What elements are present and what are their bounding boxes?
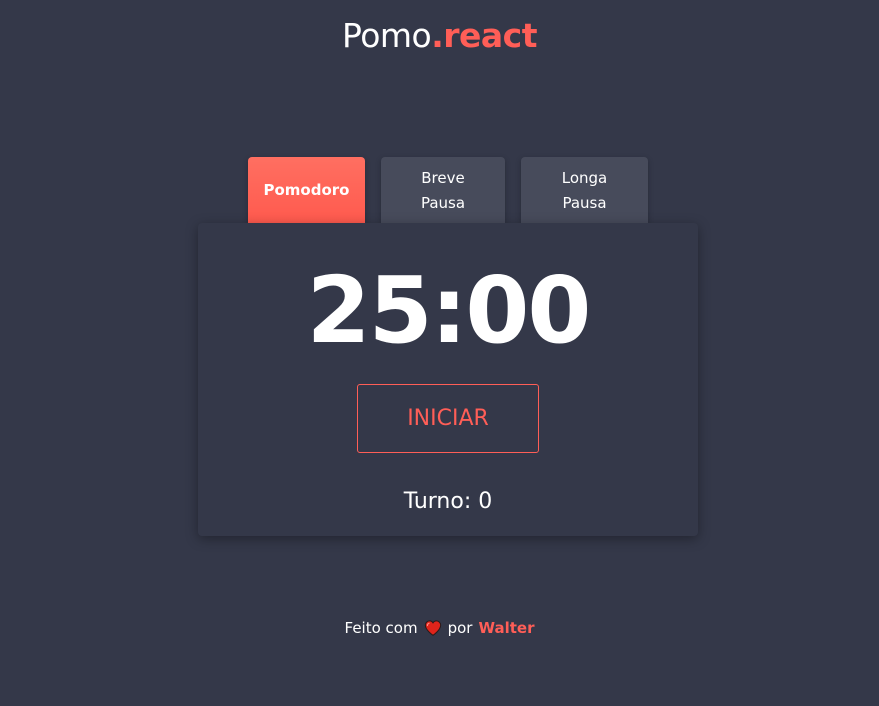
tab-long-break-label-line1: Longa: [561, 168, 608, 187]
author-link[interactable]: Walter: [478, 616, 534, 640]
tab-pomodoro[interactable]: Pomodoro: [248, 157, 365, 223]
app-title-prefix: Pomo: [341, 16, 432, 55]
footer-made-with: Feito com: [344, 619, 418, 637]
turn-counter: Turno: 0: [403, 489, 493, 514]
tab-long-break[interactable]: Longa Pausa: [521, 157, 648, 223]
footer: Feito com por Walter: [0, 616, 879, 640]
app-title: Pomo.react: [0, 14, 879, 58]
tab-pomodoro-label: Pomodoro: [263, 180, 350, 199]
start-button[interactable]: INICIAR: [357, 384, 539, 453]
timer-panel: 25:00 INICIAR Turno: 0: [198, 223, 698, 536]
app-title-accent: .react: [431, 16, 538, 55]
tab-long-break-label-line2: Pausa: [562, 193, 607, 212]
timer-display: 25:00: [306, 257, 592, 364]
pomodoro-app: Pomo.react Pomodoro Breve Pausa Longa Pa…: [0, 0, 879, 706]
tab-short-break-label-line2: Pausa: [420, 193, 466, 212]
footer-by: por: [447, 619, 473, 637]
tab-short-break[interactable]: Breve Pausa: [381, 157, 505, 223]
heart-icon: [424, 620, 441, 636]
tab-short-break-label-line1: Breve: [421, 168, 465, 187]
mode-tabs: Pomodoro Breve Pausa Longa Pausa: [248, 157, 648, 223]
